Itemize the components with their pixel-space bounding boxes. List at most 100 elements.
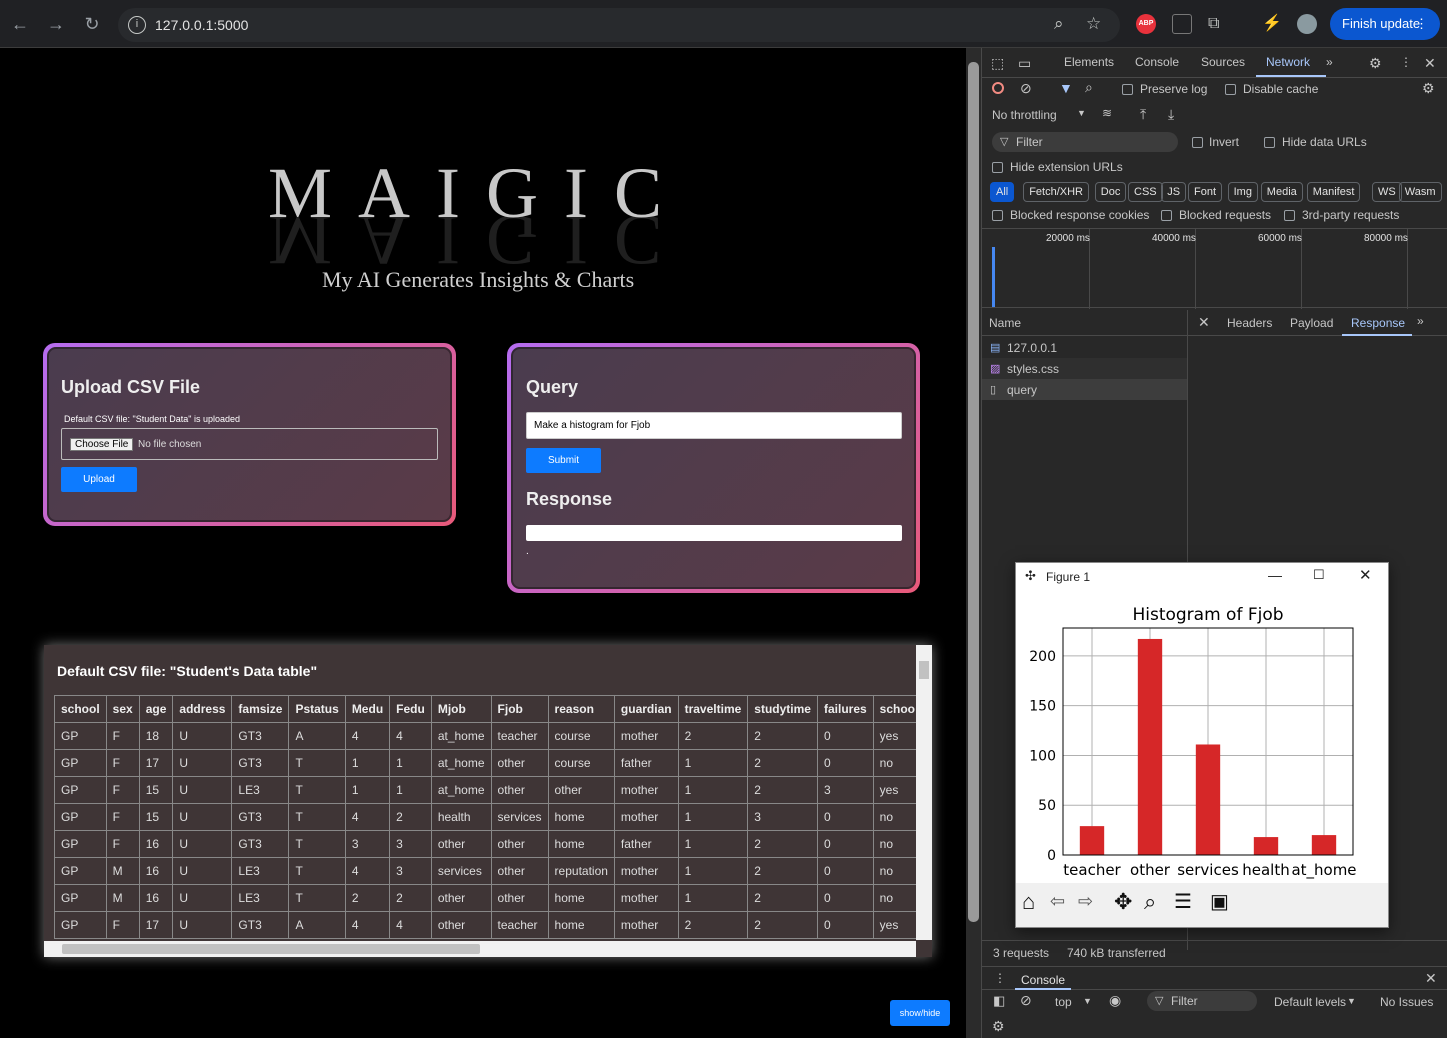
submit-button[interactable]: Submit	[526, 448, 601, 473]
type-filter-js[interactable]: JS	[1161, 182, 1187, 202]
eye-icon[interactable]: ◉	[1109, 992, 1121, 1009]
sidebar-toggle-icon[interactable]: ◧	[993, 993, 1005, 1009]
kebab-menu-icon[interactable]: ⋮	[1400, 55, 1412, 69]
invert-checkbox[interactable]	[1192, 137, 1203, 148]
inspect-icon[interactable]: ⬚	[991, 55, 1004, 72]
tab-elements[interactable]: Elements	[1064, 55, 1114, 69]
puzzle-icon[interactable]: ⧉	[1208, 14, 1228, 34]
minimize-icon[interactable]: —	[1268, 567, 1282, 583]
adblock-icon[interactable]: ABP	[1136, 14, 1156, 34]
name-column-header[interactable]: Name	[989, 316, 1021, 330]
page-scrollbar[interactable]	[966, 48, 981, 1038]
bar-teacher	[1079, 826, 1105, 855]
hide-ext-checkbox[interactable]	[992, 162, 1003, 173]
table-cell: 1	[677, 830, 749, 858]
close-drawer-icon[interactable]: ✕	[1425, 970, 1437, 987]
tab-payload[interactable]: Payload	[1290, 316, 1333, 330]
disable-cache-checkbox[interactable]	[1225, 84, 1236, 95]
performance-icon[interactable]: ⚡	[1262, 14, 1282, 34]
forward-icon[interactable]: →	[44, 12, 68, 36]
upload-button[interactable]: Upload	[61, 467, 137, 492]
hide-data-urls-checkbox[interactable]	[1264, 137, 1275, 148]
network-settings-icon[interactable]: ⚙	[1422, 80, 1435, 97]
extension-icon[interactable]	[1172, 14, 1192, 34]
filter-input[interactable]: ▽ Filter	[992, 132, 1178, 152]
figure-titlebar[interactable]: ✣ Figure 1 — ☐ ✕	[1016, 563, 1388, 591]
site-info-icon[interactable]: i	[128, 16, 146, 34]
type-filter-fetch-xhr[interactable]: Fetch/XHR	[1023, 182, 1089, 202]
import-icon[interactable]: ⤒	[1140, 106, 1146, 123]
close-devtools-icon[interactable]: ✕	[1424, 55, 1436, 72]
reload-icon[interactable]: ↻	[80, 12, 104, 36]
more-detail-tabs-icon[interactable]: »	[1417, 314, 1424, 328]
type-filter-manifest[interactable]: Manifest	[1306, 182, 1361, 202]
request-row[interactable]: ▨ styles.css	[982, 358, 1187, 379]
tab-network[interactable]: Network	[1266, 55, 1310, 69]
table-horizontal-scrollbar[interactable]	[44, 941, 916, 957]
back-icon[interactable]: ←	[8, 12, 32, 36]
tab-response[interactable]: Response	[1351, 316, 1405, 330]
console-filter-input[interactable]: ▽ Filter	[1147, 991, 1257, 1011]
type-filter-doc[interactable]: Doc	[1094, 182, 1127, 202]
query-input[interactable]	[526, 412, 902, 439]
console-settings-icon[interactable]: ⚙	[992, 1018, 1005, 1035]
table-cell: GP	[54, 749, 107, 777]
device-toggle-icon[interactable]: ▭	[1018, 55, 1031, 72]
home-icon[interactable]: ⌂	[1022, 889, 1035, 915]
tab-headers[interactable]: Headers	[1227, 316, 1272, 330]
table-cell: T	[288, 803, 346, 831]
type-filter-css[interactable]: CSS	[1128, 182, 1163, 202]
type-filter-wasm[interactable]: Wasm	[1398, 182, 1442, 202]
search-icon[interactable]: ⌕	[1085, 79, 1093, 96]
throttling-select[interactable]: No throttling	[992, 108, 1057, 122]
show-hide-button[interactable]: show/hide	[890, 1000, 950, 1026]
context-select[interactable]: top	[1055, 995, 1072, 1009]
pan-icon[interactable]: ✥	[1114, 889, 1132, 915]
settings-gear-icon[interactable]: ⚙	[1369, 55, 1382, 72]
bookmark-star-icon[interactable]: ☆	[1086, 14, 1101, 34]
third-party-checkbox[interactable]	[1284, 210, 1295, 221]
table-vertical-scrollbar[interactable]	[916, 645, 932, 940]
log-levels-select[interactable]: Default levels	[1274, 995, 1346, 1009]
type-filter-font[interactable]: Font	[1188, 182, 1223, 202]
console-drawer-tab[interactable]: Console	[1021, 973, 1065, 987]
record-icon[interactable]	[992, 82, 1004, 94]
zoom-icon[interactable]: ⌕	[1054, 14, 1064, 34]
forward-arrow-icon[interactable]: ⇨	[1078, 891, 1093, 912]
drawer-menu-icon[interactable]: ⋮	[994, 971, 1006, 985]
table-cell: U	[172, 722, 233, 750]
blocked-requests-checkbox[interactable]	[1161, 210, 1172, 221]
address-bar[interactable]: i 127.0.0.1:5000 ⌕ ☆	[118, 8, 1120, 42]
more-tabs-icon[interactable]: »	[1326, 55, 1333, 69]
choose-file-button[interactable]: Choose File	[70, 438, 134, 451]
blocked-cookies-checkbox[interactable]	[992, 210, 1003, 221]
issues-label[interactable]: No Issues	[1380, 995, 1433, 1009]
filter-funnel-icon[interactable]: ▼	[1059, 80, 1073, 96]
save-icon[interactable]: ▣	[1210, 889, 1229, 914]
export-icon[interactable]: ⤓	[1168, 106, 1174, 123]
close-icon[interactable]: ✕	[1359, 566, 1372, 584]
request-row[interactable]: ▤ 127.0.0.1	[982, 337, 1187, 358]
close-detail-icon[interactable]: ✕	[1198, 314, 1210, 331]
file-input[interactable]: Choose File No file chosen	[61, 428, 438, 460]
tab-sources[interactable]: Sources	[1201, 55, 1245, 69]
profile-avatar[interactable]	[1297, 14, 1317, 34]
table-cell: GP	[54, 911, 107, 939]
type-filter-all[interactable]: All	[990, 182, 1015, 202]
back-arrow-icon[interactable]: ⇦	[1050, 891, 1065, 912]
maximize-icon[interactable]: ☐	[1313, 567, 1325, 583]
finish-update-button[interactable]: Finish update ⋮	[1330, 8, 1440, 40]
type-filter-img[interactable]: Img	[1227, 182, 1258, 202]
request-row[interactable]: ▯ query	[982, 379, 1187, 400]
timeline-overview[interactable]: 20000 ms 40000 ms 60000 ms 80000 ms	[982, 228, 1447, 309]
type-filter-media[interactable]: Media	[1260, 182, 1303, 202]
clear-icon[interactable]: ⊘	[1020, 80, 1032, 97]
tab-console[interactable]: Console	[1135, 55, 1179, 69]
wifi-icon[interactable]: ≋	[1102, 106, 1112, 120]
type-filter-ws[interactable]: WS	[1372, 182, 1402, 202]
zoom-icon[interactable]: ⌕	[1144, 889, 1156, 915]
preserve-log-checkbox[interactable]	[1122, 84, 1133, 95]
configure-subplots-icon[interactable]: ☰	[1174, 889, 1192, 914]
y-tick-label: 150	[1029, 699, 1056, 715]
console-clear-icon[interactable]: ⊘	[1020, 992, 1032, 1009]
